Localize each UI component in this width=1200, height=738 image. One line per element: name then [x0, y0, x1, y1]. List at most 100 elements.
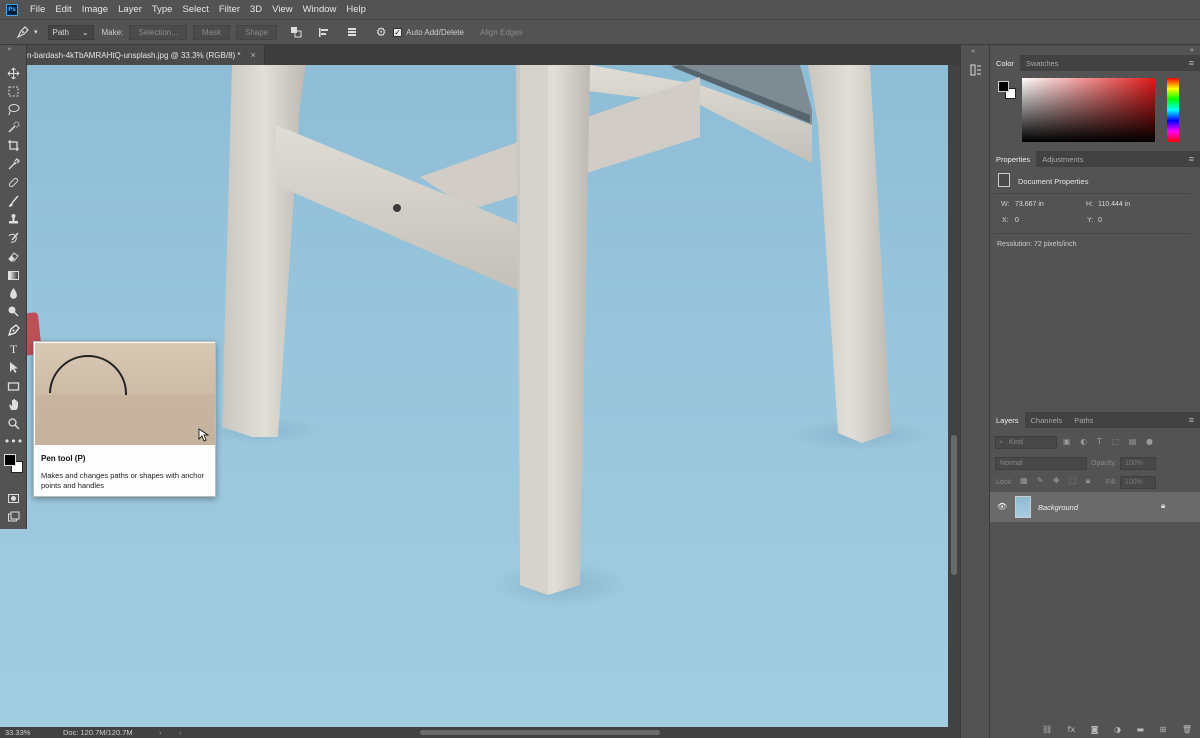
tab-layers[interactable]: Layers: [990, 412, 1025, 428]
vertical-scrollbar[interactable]: [948, 65, 960, 727]
rectangle-tool-icon[interactable]: [4, 378, 23, 394]
new-layer-icon[interactable]: ⊞: [1160, 725, 1167, 737]
close-icon[interactable]: ×: [251, 50, 256, 60]
healing-brush-tool-icon[interactable]: [4, 174, 23, 190]
chevron-down-icon[interactable]: ▾: [34, 28, 38, 36]
eye-visibility-icon[interactable]: 👁︎: [997, 502, 1007, 511]
lock-pixels-icon[interactable]: ✎: [1037, 476, 1044, 488]
tab-swatches[interactable]: Swatches: [1020, 55, 1065, 71]
collapse-arrows-icon[interactable]: »: [1190, 46, 1194, 54]
lock-options[interactable]: ▦ ✎ ✥ ⬚ 🔒︎: [1020, 476, 1090, 488]
horizontal-scroll-thumb[interactable]: [420, 730, 660, 735]
menu-file[interactable]: File: [30, 4, 53, 15]
scroll-left-icon[interactable]: ‹: [179, 728, 182, 737]
history-panel-icon[interactable]: [969, 63, 983, 77]
layer-filter-kind-select[interactable]: ⌕ Kind: [995, 436, 1057, 449]
tab-paths[interactable]: Paths: [1068, 412, 1099, 428]
marquee-tool-icon[interactable]: [4, 83, 23, 99]
history-brush-tool-icon[interactable]: [4, 230, 23, 246]
menu-type[interactable]: Type: [152, 4, 181, 15]
pen-tool-icon[interactable]: [4, 322, 23, 338]
lock-all-icon[interactable]: 🔒︎: [1086, 476, 1090, 488]
dodge-tool-icon[interactable]: [4, 303, 23, 319]
quick-mask-icon[interactable]: [4, 490, 23, 506]
hand-tool-icon[interactable]: [4, 396, 23, 412]
zoom-tool-icon[interactable]: [4, 415, 23, 431]
tab-color[interactable]: Color: [990, 55, 1020, 71]
tab-adjustments[interactable]: Adjustments: [1036, 151, 1089, 167]
opacity-field[interactable]: 100%: [1120, 457, 1156, 470]
eraser-tool-icon[interactable]: [4, 248, 23, 264]
new-group-icon[interactable]: ▬: [1137, 725, 1145, 737]
blur-tool-icon[interactable]: [4, 285, 23, 301]
panel-menu-icon[interactable]: ≡: [1189, 154, 1194, 164]
filter-toggle-icon[interactable]: ●: [1146, 437, 1153, 449]
tool-mode-select[interactable]: Path ⌄: [47, 24, 94, 40]
link-layers-icon[interactable]: ⛓︎: [1042, 725, 1052, 737]
fx-icon[interactable]: fx: [1068, 725, 1076, 737]
color-swatches[interactable]: [3, 453, 25, 475]
panel-menu-icon[interactable]: ≡: [1189, 415, 1194, 425]
height-value[interactable]: 110.444 in: [1098, 201, 1130, 208]
delete-layer-icon[interactable]: 🗑︎: [1182, 725, 1192, 737]
menu-layer[interactable]: Layer: [118, 4, 150, 15]
make-mask-button[interactable]: Mask: [192, 24, 231, 40]
path-arrangement-icon[interactable]: [343, 26, 361, 38]
status-menu-arrow-icon[interactable]: ›: [159, 728, 179, 737]
menu-edit[interactable]: Edit: [55, 4, 79, 15]
path-alignment-icon[interactable]: [315, 26, 333, 38]
lasso-tool-icon[interactable]: [4, 101, 23, 117]
shape-filter-icon[interactable]: ⬚: [1112, 437, 1120, 449]
vertical-scroll-thumb[interactable]: [951, 435, 957, 575]
foreground-color-swatch[interactable]: [998, 81, 1009, 92]
y-value[interactable]: 0: [1098, 217, 1102, 224]
crop-tool-icon[interactable]: [4, 137, 23, 153]
lock-artboard-icon[interactable]: ⬚: [1069, 476, 1077, 488]
hue-slider[interactable]: [1167, 78, 1179, 142]
path-selection-tool-icon[interactable]: [4, 359, 23, 375]
color-picker-field[interactable]: [1022, 78, 1155, 142]
menu-window[interactable]: Window: [303, 4, 345, 15]
eyedropper-tool-icon[interactable]: [4, 156, 23, 172]
menu-filter[interactable]: Filter: [219, 4, 248, 15]
align-edges-option[interactable]: Align Edges: [480, 28, 523, 37]
gear-icon[interactable]: ⚙: [373, 25, 389, 39]
color-panel-swatches[interactable]: [997, 80, 1019, 102]
zoom-level[interactable]: 33.33%: [5, 728, 63, 737]
tab-properties[interactable]: Properties: [990, 151, 1037, 167]
lock-position-icon[interactable]: ✥: [1053, 476, 1060, 488]
path-operations-icon[interactable]: [287, 26, 305, 38]
width-value[interactable]: 73.667 in: [1015, 201, 1044, 208]
document-tab[interactable]: n-bardash-4kTbAMRAHtQ-unsplash.jpg @ 33.…: [27, 45, 265, 65]
menu-3d[interactable]: 3D: [250, 4, 270, 15]
fill-field[interactable]: 100%: [1120, 476, 1156, 489]
lock-icon[interactable]: 🔒︎: [1161, 501, 1165, 511]
add-mask-icon[interactable]: ◙: [1091, 725, 1099, 737]
pen-tool-preset-icon[interactable]: [12, 25, 34, 39]
pixel-filter-icon[interactable]: ▣: [1063, 437, 1071, 449]
move-tool-icon[interactable]: [4, 65, 23, 81]
smart-object-filter-icon[interactable]: ▤: [1129, 437, 1137, 449]
quick-selection-tool-icon[interactable]: [4, 119, 23, 135]
menu-image[interactable]: Image: [82, 4, 116, 15]
collapse-arrows-icon[interactable]: »: [7, 45, 11, 53]
layer-filter-icons[interactable]: ▣ ◐ T ⬚ ▤ ●: [1063, 437, 1153, 449]
adjustment-filter-icon[interactable]: ◐: [1080, 437, 1087, 449]
menu-help[interactable]: Help: [346, 4, 374, 15]
layer-row[interactable]: 👁︎ Background 🔒︎: [990, 492, 1200, 522]
auto-add-delete-checkbox[interactable]: ✓: [393, 27, 403, 37]
foreground-color-swatch[interactable]: [4, 454, 16, 466]
gradient-tool-icon[interactable]: [4, 267, 23, 283]
make-shape-button[interactable]: Shape: [236, 24, 278, 40]
brush-tool-icon[interactable]: [4, 193, 23, 209]
type-tool-icon[interactable]: T: [4, 341, 23, 357]
collapse-arrows-icon[interactable]: «: [971, 47, 975, 55]
lock-transparent-icon[interactable]: ▦: [1020, 476, 1028, 488]
layer-name[interactable]: Background: [1038, 503, 1078, 512]
more-tools-icon[interactable]: •••: [4, 433, 23, 449]
type-filter-icon[interactable]: T: [1097, 437, 1102, 449]
menu-select[interactable]: Select: [182, 4, 216, 15]
make-selection-button[interactable]: Selection...: [129, 24, 187, 40]
new-adjustment-layer-icon[interactable]: ◑: [1114, 725, 1121, 737]
screen-mode-icon[interactable]: [4, 509, 23, 525]
